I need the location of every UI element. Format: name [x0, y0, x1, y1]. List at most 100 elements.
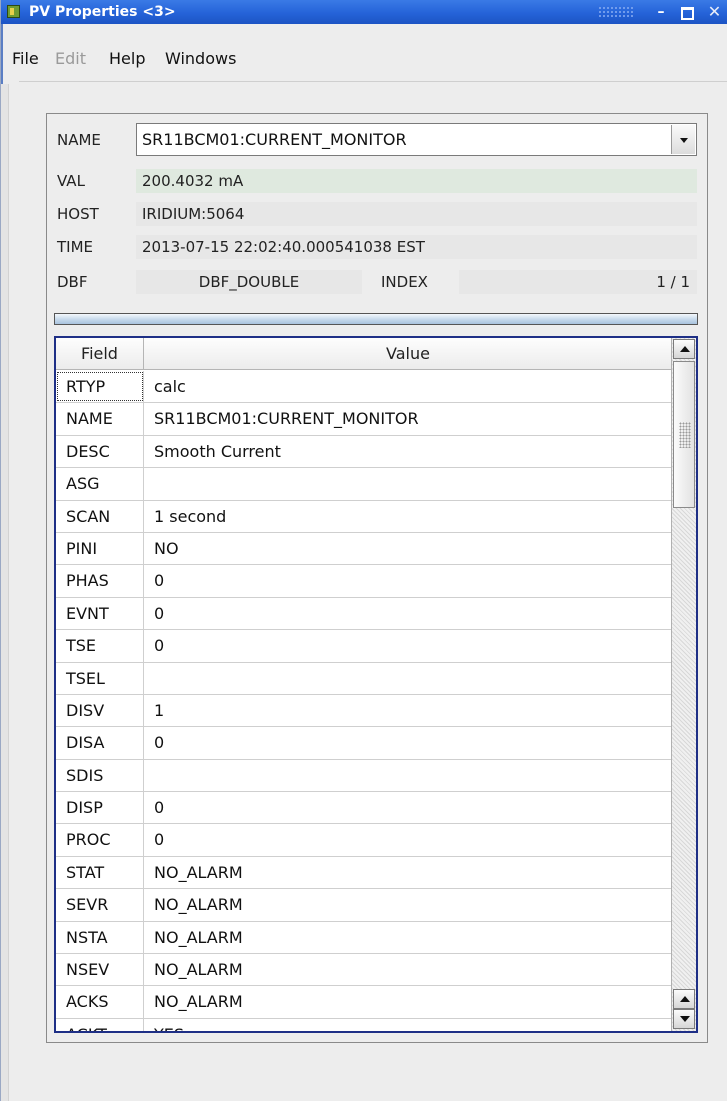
pv-panel: NAME SR11BCM01:CURRENT_MONITOR VAL 200.4…: [46, 113, 708, 1043]
value-cell[interactable]: [145, 468, 671, 499]
vertical-scrollbar[interactable]: [671, 338, 696, 1031]
menu-edit[interactable]: Edit: [55, 49, 86, 68]
host-label: HOST: [57, 205, 99, 223]
value-cell[interactable]: 0: [145, 792, 671, 823]
table-row[interactable]: NAME SR11BCM01:CURRENT_MONITOR: [56, 403, 671, 436]
left-gutter: [1, 84, 9, 1101]
value-cell[interactable]: 0: [145, 824, 671, 855]
value-cell[interactable]: NO_ALARM: [145, 857, 671, 888]
scroll-up-button[interactable]: [673, 989, 695, 1009]
value-cell[interactable]: [145, 663, 671, 694]
table-row[interactable]: SDIS: [56, 759, 671, 793]
table-row[interactable]: NSTA NO_ALARM: [56, 921, 671, 955]
value-cell[interactable]: [145, 760, 671, 791]
window-title: PV Properties <3>: [29, 4, 176, 20]
scrollbar-thumb[interactable]: [673, 361, 695, 508]
field-cell[interactable]: NAME: [56, 403, 144, 435]
menu-file[interactable]: File: [12, 49, 39, 68]
value-cell[interactable]: SR11BCM01:CURRENT_MONITOR: [145, 403, 671, 434]
value-cell[interactable]: NO_ALARM: [145, 922, 671, 953]
value-cell[interactable]: 1: [145, 695, 671, 726]
field-cell[interactable]: SDIS: [56, 759, 144, 792]
column-header-value[interactable]: Value: [145, 338, 671, 370]
value-cell[interactable]: Smooth Current: [145, 436, 671, 467]
field-cell[interactable]: PROC: [56, 824, 144, 856]
index-label: INDEX: [381, 273, 428, 291]
field-cell[interactable]: RTYP: [56, 371, 144, 403]
value-cell[interactable]: 0: [145, 727, 671, 758]
table-row[interactable]: SCAN 1 second: [56, 500, 671, 533]
field-cell[interactable]: TSE: [56, 630, 144, 662]
field-cell[interactable]: ACKT: [56, 1018, 144, 1031]
table-row[interactable]: PHAS 0: [56, 565, 671, 598]
table-row[interactable]: STAT NO_ALARM: [56, 856, 671, 890]
table-body: RTYP calc NAME SR11BCM01:CURRENT_MONITOR DES…: [56, 371, 671, 1031]
pv-name-value: SR11BCM01:CURRENT_MONITOR: [142, 130, 407, 149]
field-cell[interactable]: NSEV: [56, 954, 144, 986]
menu-bar: File Edit Help Windows: [1, 44, 727, 74]
table-row[interactable]: NSEV NO_ALARM: [56, 954, 671, 987]
field-cell[interactable]: SCAN: [56, 500, 144, 532]
table-row[interactable]: DESC Smooth Current: [56, 435, 671, 469]
table-row[interactable]: ACKTYES: [56, 1018, 671, 1031]
time-label: TIME: [57, 238, 94, 256]
index-field: 1 / 1: [459, 270, 697, 294]
time-field: 2013-07-15 22:02:40.000541038 EST: [136, 235, 697, 259]
field-cell[interactable]: EVNT: [56, 597, 144, 630]
close-button[interactable]: ✕: [701, 2, 727, 22]
value-cell[interactable]: calc: [145, 371, 671, 402]
table-row[interactable]: EVNT 0: [56, 597, 671, 631]
chevron-down-icon[interactable]: [671, 125, 695, 154]
field-cell[interactable]: ASG: [56, 468, 144, 500]
field-cell[interactable]: DISP: [56, 792, 144, 824]
table-row[interactable]: TSEL: [56, 662, 671, 695]
column-header-field[interactable]: Field: [56, 338, 144, 370]
value-cell[interactable]: 0: [145, 565, 671, 596]
app-icon: [7, 5, 20, 18]
table-row[interactable]: PINI NO: [56, 532, 671, 566]
field-cell[interactable]: ACKS: [56, 986, 144, 1018]
value-cell[interactable]: NO_ALARM: [145, 986, 671, 1017]
value-cell[interactable]: YES: [145, 1019, 671, 1031]
field-cell[interactable]: NSTA: [56, 921, 144, 954]
field-cell[interactable]: DISV: [56, 694, 144, 727]
menu-help[interactable]: Help: [109, 49, 145, 68]
field-cell[interactable]: PHAS: [56, 565, 144, 597]
table-row[interactable]: PROC 0: [56, 824, 671, 857]
table-header: Field Value: [56, 338, 671, 370]
val-field: 200.4032 mA: [136, 169, 697, 193]
pv-name-combobox[interactable]: SR11BCM01:CURRENT_MONITOR: [136, 123, 697, 156]
table-row[interactable]: ACKS NO_ALARM: [56, 986, 671, 1019]
minimize-button[interactable]: –: [651, 2, 671, 22]
value-cell[interactable]: 0: [145, 630, 671, 661]
table-row[interactable]: DISA 0: [56, 727, 671, 760]
table-row[interactable]: DISP 0: [56, 792, 671, 825]
field-cell[interactable]: STAT: [56, 856, 144, 889]
field-cell[interactable]: PINI: [56, 532, 144, 565]
field-cell[interactable]: DISA: [56, 727, 144, 759]
dbf-label: DBF: [57, 273, 88, 291]
value-cell[interactable]: NO: [145, 533, 671, 564]
table-row[interactable]: ASG: [56, 468, 671, 501]
host-field: IRIDIUM:5064: [136, 202, 697, 226]
scroll-down-button[interactable]: [673, 1009, 695, 1029]
value-cell[interactable]: NO_ALARM: [145, 889, 671, 920]
splitter-handle[interactable]: [54, 313, 698, 325]
menu-separator: [19, 81, 727, 82]
table-row[interactable]: SEVR NO_ALARM: [56, 889, 671, 922]
table-row[interactable]: TSE 0: [56, 630, 671, 663]
menu-windows[interactable]: Windows: [165, 49, 236, 68]
field-cell[interactable]: SEVR: [56, 889, 144, 921]
value-cell[interactable]: 1 second: [145, 501, 671, 532]
titlebar-grip-icon: [598, 6, 634, 18]
scroll-up-top-button[interactable]: [673, 339, 695, 359]
pv-properties-window: PV Properties <3> – ✕ File Edit Help Win…: [0, 0, 727, 1101]
title-bar[interactable]: PV Properties <3> – ✕: [1, 0, 727, 24]
value-cell[interactable]: NO_ALARM: [145, 954, 671, 985]
field-cell[interactable]: DESC: [56, 435, 144, 468]
table-row[interactable]: RTYP calc: [56, 371, 671, 404]
table-row[interactable]: DISV 1: [56, 694, 671, 728]
value-cell[interactable]: 0: [145, 598, 671, 629]
field-cell[interactable]: TSEL: [56, 662, 144, 694]
maximize-button[interactable]: [676, 2, 696, 22]
